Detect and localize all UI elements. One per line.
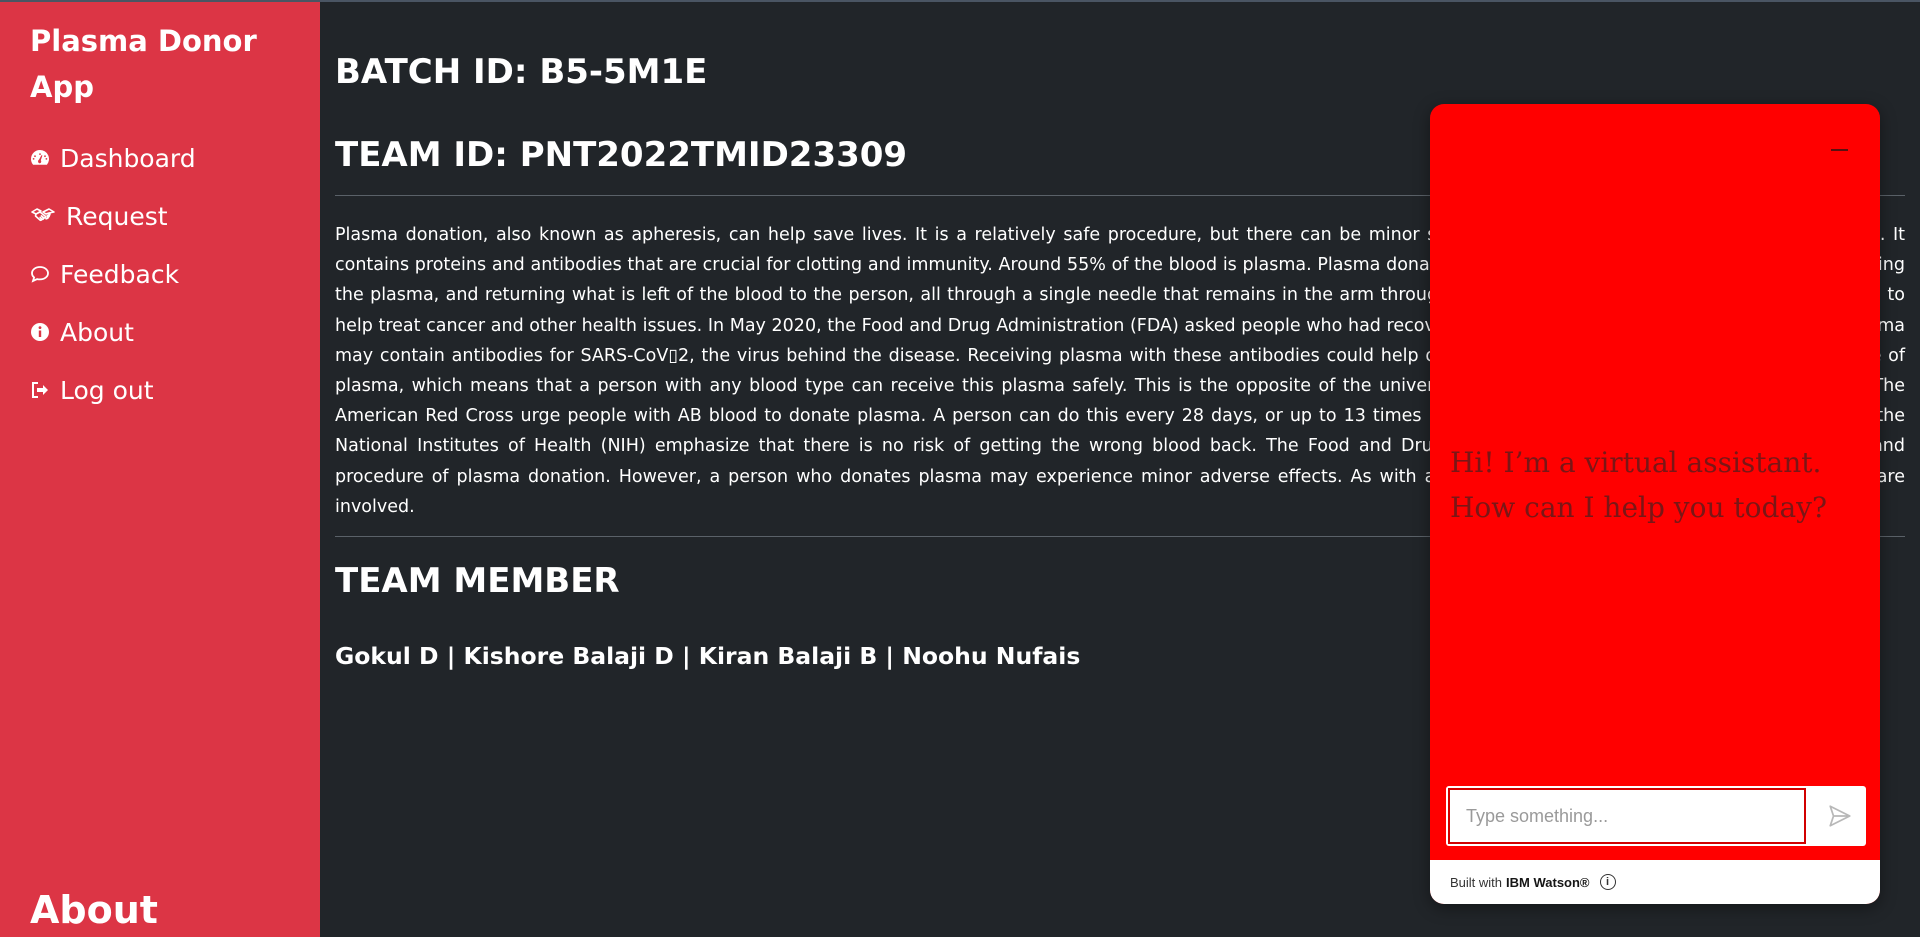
sidebar-item-label: Dashboard [60, 143, 196, 173]
sidebar-item-feedback[interactable]: Feedback [30, 245, 196, 303]
sidebar-item-request[interactable]: Request [30, 187, 196, 245]
chat-greeting: Hi! I’m a virtual assistant. How can I h… [1450, 446, 1827, 524]
comment-icon [31, 266, 49, 283]
sidebar: Plasma Donor App Dashboard Request Feedb… [0, 2, 320, 937]
footer-brand: IBM Watson® [1506, 874, 1590, 890]
minimize-icon [1830, 149, 1848, 151]
app-brand[interactable]: Plasma Donor App [30, 18, 290, 110]
footer-prefix: Built with [1450, 874, 1503, 890]
logout-icon [32, 382, 48, 398]
sidebar-nav: Dashboard Request Feedback About Log out [30, 129, 196, 419]
sidebar-about-heading: About [30, 888, 158, 932]
info-icon[interactable]: i [1599, 874, 1616, 890]
sidebar-item-label: Log out [60, 375, 154, 405]
sidebar-item-label: Feedback [60, 259, 180, 289]
handshake-icon [31, 208, 55, 222]
sidebar-item-label: About [60, 317, 134, 347]
chat-message-input[interactable] [1448, 788, 1806, 844]
dashboard-icon [31, 149, 50, 165]
team-member-heading: TEAM MEMBER [335, 561, 620, 601]
chat-footer: Built with IBM Watson® i [1430, 860, 1880, 904]
team-member-list: Gokul D | Kishore Balaji D | Kiran Balaj… [335, 642, 1081, 670]
send-button[interactable] [1822, 798, 1858, 834]
chat-widget: Hi! I’m a virtual assistant. How can I h… [1430, 104, 1880, 904]
sidebar-item-logout[interactable]: Log out [30, 361, 196, 419]
info-icon [31, 323, 49, 341]
sidebar-item-dashboard[interactable]: Dashboard [30, 129, 196, 187]
sidebar-item-about[interactable]: About [30, 303, 196, 361]
team-id-heading: TEAM ID: PNT2022TMID23309 [335, 135, 908, 175]
batch-id-heading: BATCH ID: B5-5M1E [335, 52, 708, 92]
sidebar-item-label: Request [66, 201, 168, 231]
chat-input-area [1446, 786, 1866, 846]
send-icon [1829, 805, 1851, 827]
minimize-button[interactable] [1824, 140, 1854, 160]
